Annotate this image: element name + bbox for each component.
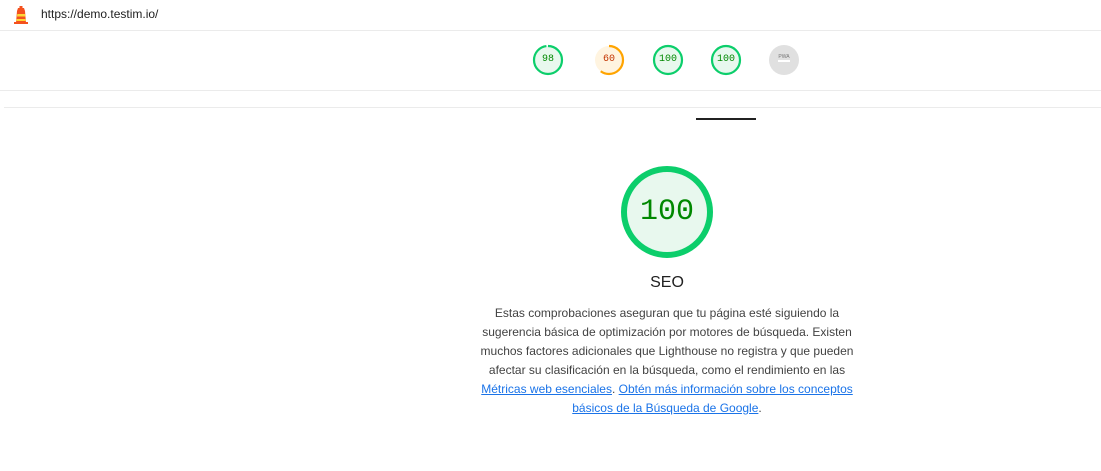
seo-score-value: 100: [639, 195, 694, 229]
description-separator: .: [611, 382, 619, 396]
gauge-score: 60: [602, 54, 615, 65]
gauge-best-practices[interactable]: 100: [652, 44, 684, 76]
gauge-pwa[interactable]: PWA: [768, 44, 800, 76]
gauge-accessibility[interactable]: 60: [593, 44, 625, 76]
description-end: .: [758, 401, 762, 415]
divider: [4, 107, 1101, 108]
seo-score-gauge: 100: [619, 164, 715, 260]
gauge-pwa-label: PWA: [778, 54, 790, 60]
active-tab-indicator: [696, 118, 756, 120]
report-url: https://demo.testim.io/: [41, 7, 159, 21]
gauge-score: 98: [541, 54, 554, 65]
report-header: https://demo.testim.io/: [0, 0, 1101, 31]
link-core-web-vitals[interactable]: Métricas web esenciales: [481, 382, 612, 396]
gauge-seo[interactable]: 100: [710, 44, 742, 76]
lighthouse-icon: [13, 6, 29, 24]
gauge-score: 100: [716, 54, 735, 65]
category-title: SEO: [650, 274, 684, 291]
description-text: Estas comprobaciones aseguran que tu pág…: [480, 306, 854, 377]
score-gauges-bar: 98 60 100 100 PWA: [0, 30, 1101, 120]
category-description: Estas comprobaciones aseguran que tu pág…: [467, 304, 867, 418]
gauge-performance[interactable]: 98: [532, 44, 564, 76]
gauge-score: 100: [658, 54, 677, 65]
